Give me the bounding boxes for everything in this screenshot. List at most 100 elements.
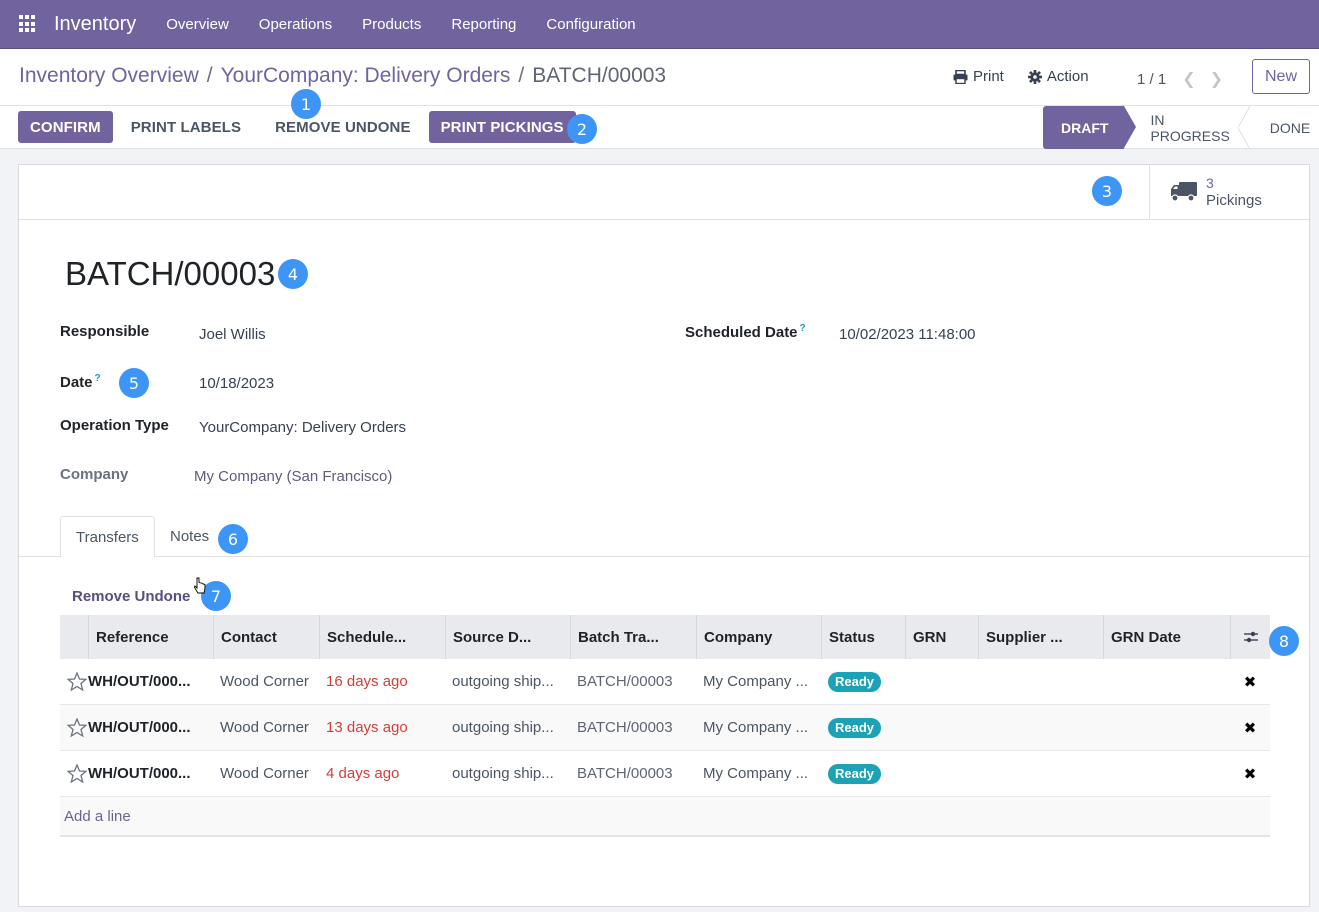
reference-cell[interactable]: WH/OUT/000... [88,751,213,797]
remove-undone-link[interactable]: Remove Undone [72,588,190,605]
column-header-grn-date[interactable]: GRN Date [1103,615,1230,659]
tab-transfers[interactable]: Transfers [60,516,155,558]
print-button[interactable]: Print [953,68,1004,85]
column-header-batch-transfer[interactable]: Batch Tra... [570,615,696,659]
company-cell: My Company ... [703,673,809,690]
sliders-icon [1243,631,1258,643]
company-cell: My Company ... [703,765,809,782]
breadcrumb-separator: / [206,64,213,87]
apps-menu-icon[interactable] [19,15,37,33]
pager: 1 / 1 ❮ ❯ [1137,69,1223,89]
record-title[interactable]: BATCH/00003 [65,255,275,293]
favorite-star-icon[interactable] [60,659,88,705]
breadcrumb: Inventory Overview / YourCompany: Delive… [19,64,666,88]
top-navbar: Inventory Overview Operations Products R… [0,0,1319,49]
operation-type-field[interactable]: YourCompany: Delivery Orders [199,419,406,436]
control-panel: Inventory Overview / YourCompany: Delive… [0,49,1319,149]
breadcrumb-inventory-overview[interactable]: Inventory Overview [19,64,199,88]
scheduled-date-field[interactable]: 10/02/2023 11:48:00 [839,326,976,343]
menu-overview[interactable]: Overview [166,16,229,33]
pager-value[interactable]: 1 / 1 [1137,71,1166,88]
supplier-cell [978,705,1103,751]
help-icon[interactable]: ? [800,323,806,334]
remove-undone-button[interactable]: REMOVE UNDONE [261,111,424,143]
breadcrumb-separator: / [518,64,525,87]
annotation-marker: 4 [278,259,308,289]
status-badge: Ready [828,671,882,692]
status-cell: Ready [821,659,905,705]
column-header-reference[interactable]: Reference [88,615,213,659]
gear-icon [1027,69,1042,84]
grn-date-cell [1103,705,1230,751]
column-header-status[interactable]: Status [821,615,905,659]
company-field[interactable]: My Company (San Francisco) [194,468,392,485]
responsible-label: Responsible [60,323,150,340]
column-header-favorite [60,615,88,659]
optional-columns-toggle[interactable] [1230,615,1270,659]
breadcrumb-current: BATCH/00003 [532,64,667,87]
status-badge: Ready [828,717,882,738]
grn-cell [905,659,978,705]
status-cell: Ready [821,751,905,797]
print-labels-button[interactable]: PRINT LABELS [117,111,255,143]
help-icon[interactable]: ? [95,373,101,384]
pager-previous-icon[interactable]: ❮ [1182,69,1195,89]
add-a-line-link[interactable]: Add a line [60,797,1270,837]
menu-operations[interactable]: Operations [259,16,332,33]
table-header: Reference Contact Schedule... Source D..… [60,615,1270,659]
app-name[interactable]: Inventory [54,13,136,36]
column-header-source-document[interactable]: Source D... [445,615,570,659]
date-label: Date? [60,373,101,391]
supplier-cell [978,751,1103,797]
supplier-cell [978,659,1103,705]
print-label: Print [973,68,1004,85]
column-header-supplier[interactable]: Supplier ... [978,615,1103,659]
column-header-contact[interactable]: Contact [213,615,319,659]
delete-row-icon[interactable]: ✖ [1230,705,1270,751]
column-header-company[interactable]: Company [696,615,821,659]
column-header-grn[interactable]: GRN [905,615,978,659]
source-document-cell: outgoing ship... [452,673,554,690]
operation-type-label: Operation Type [60,417,169,434]
company-cell: My Company ... [703,719,809,736]
pager-next-icon[interactable]: ❯ [1210,69,1223,89]
tab-notes[interactable]: Notes [155,516,224,557]
responsible-field[interactable]: Joel Willis [199,326,266,343]
action-button[interactable]: Action [1027,68,1089,85]
reference-cell[interactable]: WH/OUT/000... [88,705,213,751]
favorite-star-icon[interactable] [60,705,88,751]
column-header-scheduled[interactable]: Schedule... [319,615,445,659]
menu-products[interactable]: Products [362,16,421,33]
breadcrumb-delivery-orders[interactable]: YourCompany: Delivery Orders [221,64,511,88]
record-actions: Print Action [953,68,1113,85]
table-row[interactable]: WH/OUT/000... Wood Corner 16 days ago ou… [60,659,1270,705]
scheduled-cell: 13 days ago [326,719,408,736]
table-row[interactable]: WH/OUT/000... Wood Corner 13 days ago ou… [60,705,1270,751]
form-sheet: 3 Pickings BATCH/00003 Responsible Joel … [18,164,1310,907]
confirm-button[interactable]: CONFIRM [18,111,113,143]
stage-in-progress[interactable]: IN PROGRESS [1124,106,1251,149]
delete-row-icon[interactable]: ✖ [1230,751,1270,797]
grn-cell [905,751,978,797]
transfers-table: Reference Contact Schedule... Source D..… [60,615,1270,837]
source-document-cell: outgoing ship... [452,719,554,736]
status-badge: Ready [828,763,882,784]
delete-row-icon[interactable]: ✖ [1230,659,1270,705]
print-pickings-button[interactable]: PRINT PICKINGS [428,111,576,143]
date-label-text: Date [60,374,93,391]
menu-configuration[interactable]: Configuration [546,16,635,33]
stage-done[interactable]: DONE [1244,106,1319,149]
annotation-marker: 3 [1092,176,1122,206]
grn-date-cell [1103,659,1230,705]
table-row[interactable]: WH/OUT/000... Wood Corner 4 days ago out… [60,751,1270,797]
annotation-marker: 2 [567,114,597,144]
grn-cell [905,705,978,751]
date-field[interactable]: 10/18/2023 [199,375,274,392]
stage-draft[interactable]: DRAFT [1043,106,1137,149]
truck-icon [1171,182,1197,202]
reference-cell[interactable]: WH/OUT/000... [88,659,213,705]
new-button[interactable]: New [1252,59,1310,94]
pickings-smart-button[interactable]: 3 Pickings [1149,165,1309,219]
menu-reporting[interactable]: Reporting [451,16,516,33]
favorite-star-icon[interactable] [60,751,88,797]
